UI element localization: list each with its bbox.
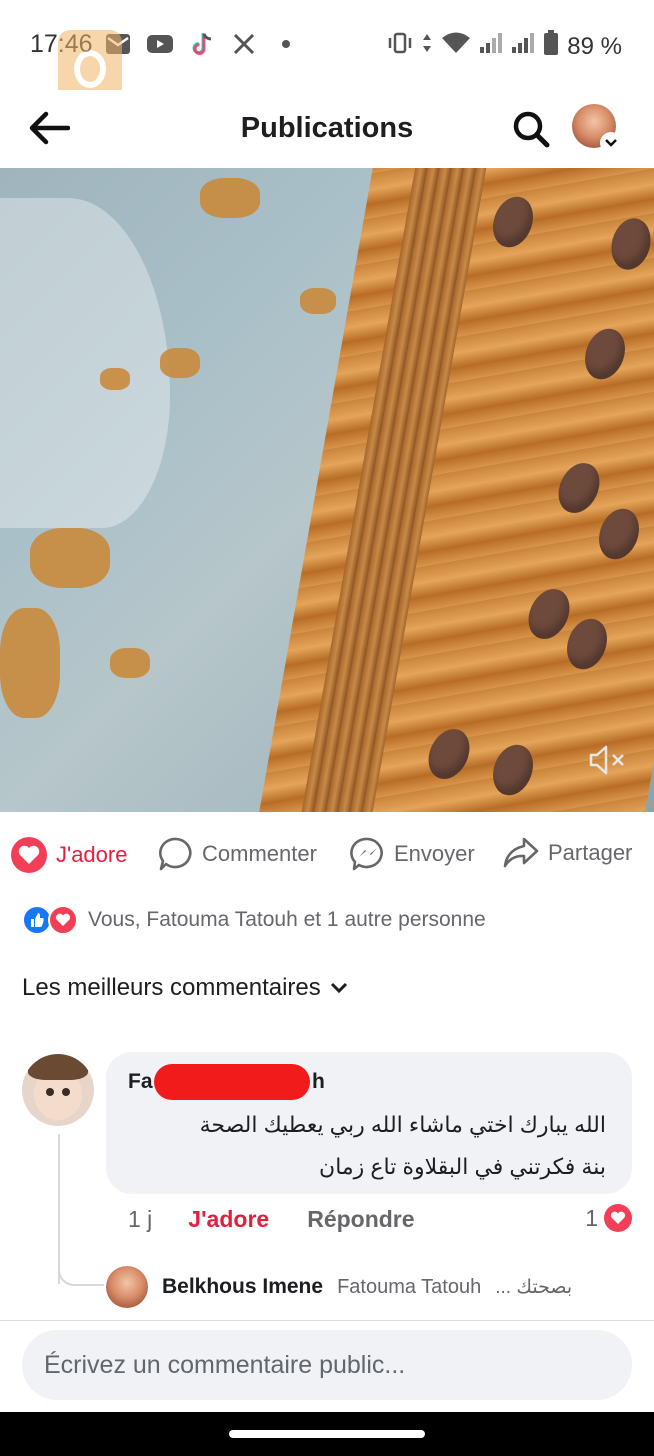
email-icon <box>104 30 132 58</box>
share-label: Partager <box>548 840 633 865</box>
reactions-summary[interactable]: Vous, Fatouma Tatouh et 1 autre personne <box>22 900 486 940</box>
comment-label: Commenter <box>202 841 317 866</box>
signal-icon <box>511 32 535 61</box>
comment-button[interactable]: Commenter <box>158 836 317 872</box>
home-gesture-handle[interactable] <box>229 1430 425 1438</box>
comment-love-button[interactable]: J'adore <box>188 1206 269 1233</box>
comment-meta: 1 j J'adore Répondre <box>128 1206 415 1233</box>
battery-icon <box>543 30 559 63</box>
reaction-icons <box>22 905 80 935</box>
status-bar: 17:46 89 % <box>0 0 654 90</box>
reply-button[interactable]: Répondre <box>307 1206 414 1233</box>
messenger-icon <box>350 837 383 871</box>
status-time: 17:46 <box>30 30 93 58</box>
search-button[interactable] <box>510 108 552 150</box>
comment-composer[interactable] <box>22 1330 632 1400</box>
system-status: 89 % <box>387 30 622 63</box>
love-reaction-button[interactable]: J'adore <box>10 836 127 874</box>
comments-sort-dropdown[interactable]: Les meilleurs commentaires <box>22 974 349 1002</box>
share-button[interactable]: Partager <box>502 836 632 870</box>
reply-preview[interactable]: Belkhous Imene Fatouma Tatouh بصحتك ... <box>106 1266 572 1308</box>
divider <box>0 1320 654 1321</box>
reactions-text: Vous, Fatouma Tatouh et 1 autre personne <box>88 908 486 931</box>
commenter-name-start[interactable]: Fa <box>128 1070 153 1094</box>
love-reaction-label: J'adore <box>56 842 128 867</box>
avatar[interactable] <box>22 1054 94 1126</box>
share-icon <box>503 837 539 868</box>
comments-sort-label: Les meilleurs commentaires <box>22 974 321 1001</box>
thread-connector <box>58 1248 104 1286</box>
comment-input[interactable] <box>44 1348 604 1382</box>
reaction-count: 1 <box>585 1204 598 1231</box>
comment-text: الله يبارك اختي ماشاء الله ربي يعطيك الص… <box>199 1112 606 1179</box>
vibrate-icon <box>387 32 413 61</box>
post-actions: J'adore Commenter Envoyer Partager <box>0 812 654 896</box>
system-nav-bar <box>0 1412 654 1456</box>
love-icon <box>604 1204 632 1232</box>
send-label: Envoyer <box>394 841 475 866</box>
chevron-down-icon <box>330 982 347 994</box>
comment-time: 1 j <box>128 1206 153 1232</box>
commenter-name-end[interactable]: h <box>312 1070 325 1094</box>
notification-icons <box>104 30 300 58</box>
comment-icon <box>159 837 192 871</box>
reply-mention: Fatouma Tatouh <box>337 1275 482 1298</box>
data-arrows-icon <box>421 32 433 61</box>
mute-toggle[interactable] <box>588 742 628 778</box>
comment-bubble[interactable]: Fa h الله يبارك اختي ماشاء الله ربي يعطي… <box>106 1052 632 1194</box>
comment-reaction-count[interactable]: 1 <box>585 1204 632 1232</box>
post-video[interactable] <box>0 168 654 812</box>
page-title: Publications <box>240 112 414 144</box>
muted-speaker-icon <box>589 745 624 775</box>
avatar <box>106 1266 148 1308</box>
signal-icon <box>479 32 503 61</box>
wifi-icon <box>441 31 471 62</box>
send-button[interactable]: Envoyer <box>350 836 475 872</box>
love-icon <box>48 905 78 935</box>
love-icon <box>11 837 47 873</box>
search-icon <box>513 111 550 148</box>
x-icon <box>230 30 258 58</box>
reply-text: بصحتك ... <box>495 1276 573 1298</box>
app-header: Publications <box>0 90 654 168</box>
redaction-mark <box>154 1064 310 1100</box>
chevron-down-icon <box>600 132 622 154</box>
dot-icon <box>272 30 300 58</box>
profile-menu-button[interactable] <box>572 104 622 154</box>
reply-author: Belkhous Imene <box>162 1275 324 1298</box>
tiktok-icon <box>188 30 216 58</box>
battery-level: 89 % <box>567 32 622 60</box>
youtube-icon <box>146 30 174 58</box>
